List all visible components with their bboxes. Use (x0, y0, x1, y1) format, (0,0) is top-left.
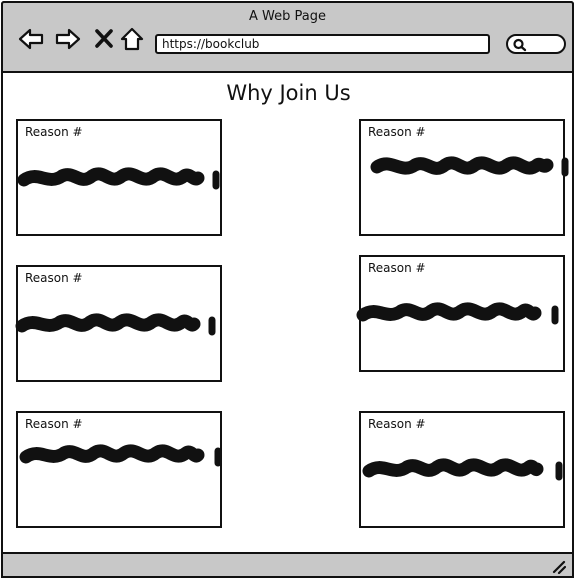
search-field[interactable] (506, 34, 566, 54)
reason-card: Reason # (15, 265, 222, 382)
reason-card: Reason # (16, 119, 222, 236)
resize-grip-icon[interactable] (550, 558, 566, 574)
reason-card: Reason # (16, 411, 222, 528)
reason-label: Reason # (25, 271, 83, 285)
forward-arrow-icon[interactable] (54, 25, 82, 53)
text-scribble (370, 156, 569, 177)
status-bar (1, 552, 574, 578)
text-scribble (362, 458, 563, 481)
reason-card: Reason # (359, 119, 569, 236)
text-scribble (19, 444, 222, 467)
page-heading: Why Join Us (226, 81, 351, 105)
search-icon (513, 38, 527, 52)
reason-label: Reason # (25, 417, 83, 431)
address-bar[interactable]: https://bookclub (155, 34, 490, 54)
reason-label: Reason # (368, 261, 426, 275)
text-scribble (15, 313, 216, 336)
reason-label: Reason # (368, 417, 426, 431)
close-icon[interactable] (91, 25, 119, 53)
home-icon[interactable] (118, 25, 146, 53)
back-arrow-icon[interactable] (17, 25, 45, 53)
window-title: A Web Page (249, 9, 326, 24)
reason-label: Reason # (25, 125, 83, 139)
reason-card: Reason # (359, 411, 565, 528)
reason-card: Reason # (356, 255, 565, 372)
browser-toolbar: A Web Page https://bookclub (1, 1, 574, 73)
text-scribble (356, 302, 559, 325)
reason-label: Reason # (368, 125, 426, 139)
text-scribble (17, 167, 220, 190)
